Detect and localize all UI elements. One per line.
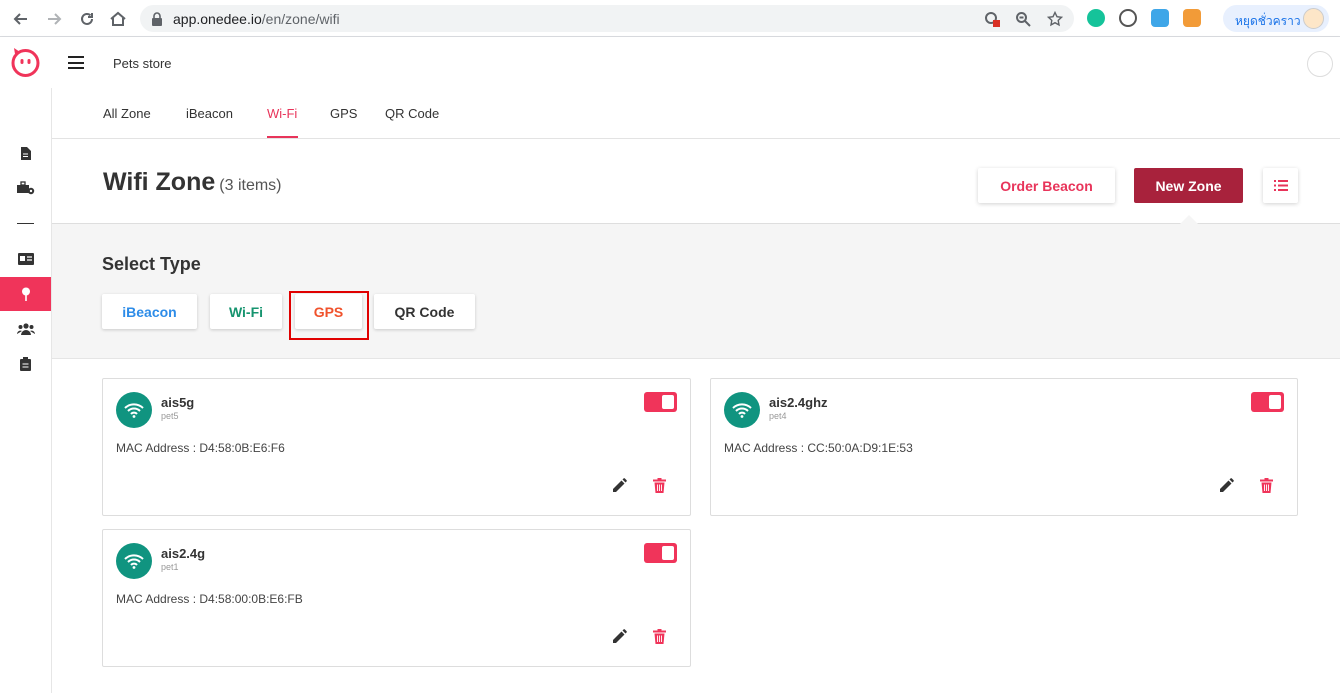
tab-all-zone[interactable]: All Zone [103, 106, 151, 121]
dropdown-caret [1180, 215, 1198, 224]
active-tab-indicator [267, 136, 298, 138]
extension-image-icon[interactable] [1183, 9, 1201, 27]
type-wifi-button[interactable]: Wi-Fi [210, 294, 282, 329]
wifi-icon [724, 392, 760, 428]
zone-name: ais5g [161, 395, 195, 410]
zone-subtitle: pet5 [161, 411, 179, 421]
zone-subtitle: pet1 [161, 562, 179, 572]
app-logo-icon[interactable] [10, 47, 41, 78]
sidebar-item-card[interactable] [0, 242, 51, 276]
tab-qr-code[interactable]: QR Code [385, 106, 439, 121]
page-title: Wifi Zone (3 items) [103, 168, 282, 196]
briefcase-gear-icon [16, 181, 34, 195]
edit-pencil-icon[interactable] [610, 627, 628, 645]
order-beacon-button[interactable]: Order Beacon [978, 168, 1115, 203]
browser-toolbar: app.onedee.io/en/zone/wifi หยุดชั่วคราว [0, 0, 1340, 37]
zone-toggle[interactable] [1251, 392, 1284, 412]
mac-address: MAC Address : CC:50:0A:D9:1E:53 [724, 441, 913, 455]
map-pin-icon [21, 287, 30, 301]
lock-icon[interactable] [148, 10, 166, 28]
store-name[interactable]: Pets store [113, 56, 172, 71]
forward-arrow-icon[interactable] [42, 7, 66, 31]
delete-trash-icon[interactable] [650, 627, 668, 645]
zone-tabs: All Zone iBeacon Wi-Fi GPS QR Code [52, 88, 1340, 139]
list-view-button[interactable] [1263, 168, 1298, 203]
profile-avatar [1303, 8, 1324, 29]
select-type-panel: Select Type iBeacon Wi-Fi GPS QR Code [52, 224, 1340, 359]
zone-toggle[interactable] [644, 392, 677, 412]
mac-address: MAC Address : D4:58:0B:E6:F6 [116, 441, 285, 455]
sidebar-item-users[interactable] [0, 312, 51, 346]
sidebar [0, 88, 52, 693]
extension-info-icon[interactable] [1119, 9, 1137, 27]
site-settings-icon[interactable] [983, 10, 1001, 28]
zone-toggle[interactable] [644, 543, 677, 563]
tab-gps[interactable]: GPS [330, 106, 357, 121]
clipboard-icon [20, 357, 31, 371]
gps-highlight-box [289, 291, 369, 340]
menu-hamburger-icon[interactable] [68, 56, 84, 69]
app-header: Pets store [0, 37, 1340, 88]
back-arrow-icon[interactable] [9, 7, 33, 31]
home-icon[interactable] [106, 7, 130, 31]
edit-pencil-icon[interactable] [610, 476, 628, 494]
users-icon [16, 323, 35, 335]
grammarly-extension-icon[interactable] [1087, 9, 1105, 27]
delete-trash-icon[interactable] [1257, 476, 1275, 494]
select-type-title: Select Type [102, 254, 201, 274]
zone-name: ais2.4ghz [769, 395, 828, 410]
sidebar-item-clipboard[interactable] [0, 347, 51, 381]
user-avatar[interactable] [1307, 51, 1333, 77]
edit-pencil-icon[interactable] [1217, 476, 1235, 494]
wifi-icon [116, 543, 152, 579]
new-zone-button[interactable]: New Zone [1134, 168, 1243, 203]
type-ibeacon-button[interactable]: iBeacon [102, 294, 197, 329]
sidebar-item-zone[interactable] [0, 277, 51, 311]
profile-label: หยุดชั่วคราว [1235, 14, 1301, 28]
id-card-icon [17, 253, 34, 265]
type-qr-code-button[interactable]: QR Code [374, 294, 475, 329]
url-text: app.onedee.io/en/zone/wifi [173, 11, 340, 27]
zone-card: ais2.4ghz pet4 MAC Address : CC:50:0A:D9… [710, 378, 1298, 516]
sidebar-item-zone-settings[interactable] [0, 171, 51, 205]
wifi-icon [116, 392, 152, 428]
list-icon [1273, 180, 1288, 191]
tab-ibeacon[interactable]: iBeacon [186, 106, 233, 121]
zone-name: ais2.4g [161, 546, 206, 561]
profile-button[interactable]: หยุดชั่วคราว [1223, 5, 1329, 32]
extension-checkmark-icon[interactable] [1151, 9, 1169, 27]
sidebar-divider [17, 223, 34, 224]
zoom-icon[interactable] [1014, 10, 1032, 28]
reload-icon[interactable] [75, 7, 99, 31]
bookmark-star-icon[interactable] [1046, 10, 1064, 28]
zone-card: ais5g pet5 MAC Address : D4:58:0B:E6:F6 [102, 378, 691, 516]
delete-trash-icon[interactable] [650, 476, 668, 494]
page-header: Wifi Zone (3 items) Order Beacon New Zone [52, 139, 1340, 224]
tab-wifi[interactable]: Wi-Fi [267, 106, 297, 121]
document-icon [21, 146, 31, 160]
zone-card: ais2.4g pet1 MAC Address : D4:58:00:0B:E… [102, 529, 691, 667]
mac-address: MAC Address : D4:58:00:0B:E6:FB [116, 592, 303, 606]
sidebar-item-document[interactable] [0, 136, 51, 170]
item-count: (3 items) [219, 177, 282, 194]
address-bar[interactable]: app.onedee.io/en/zone/wifi [140, 5, 1074, 32]
zone-subtitle: pet4 [769, 411, 787, 421]
